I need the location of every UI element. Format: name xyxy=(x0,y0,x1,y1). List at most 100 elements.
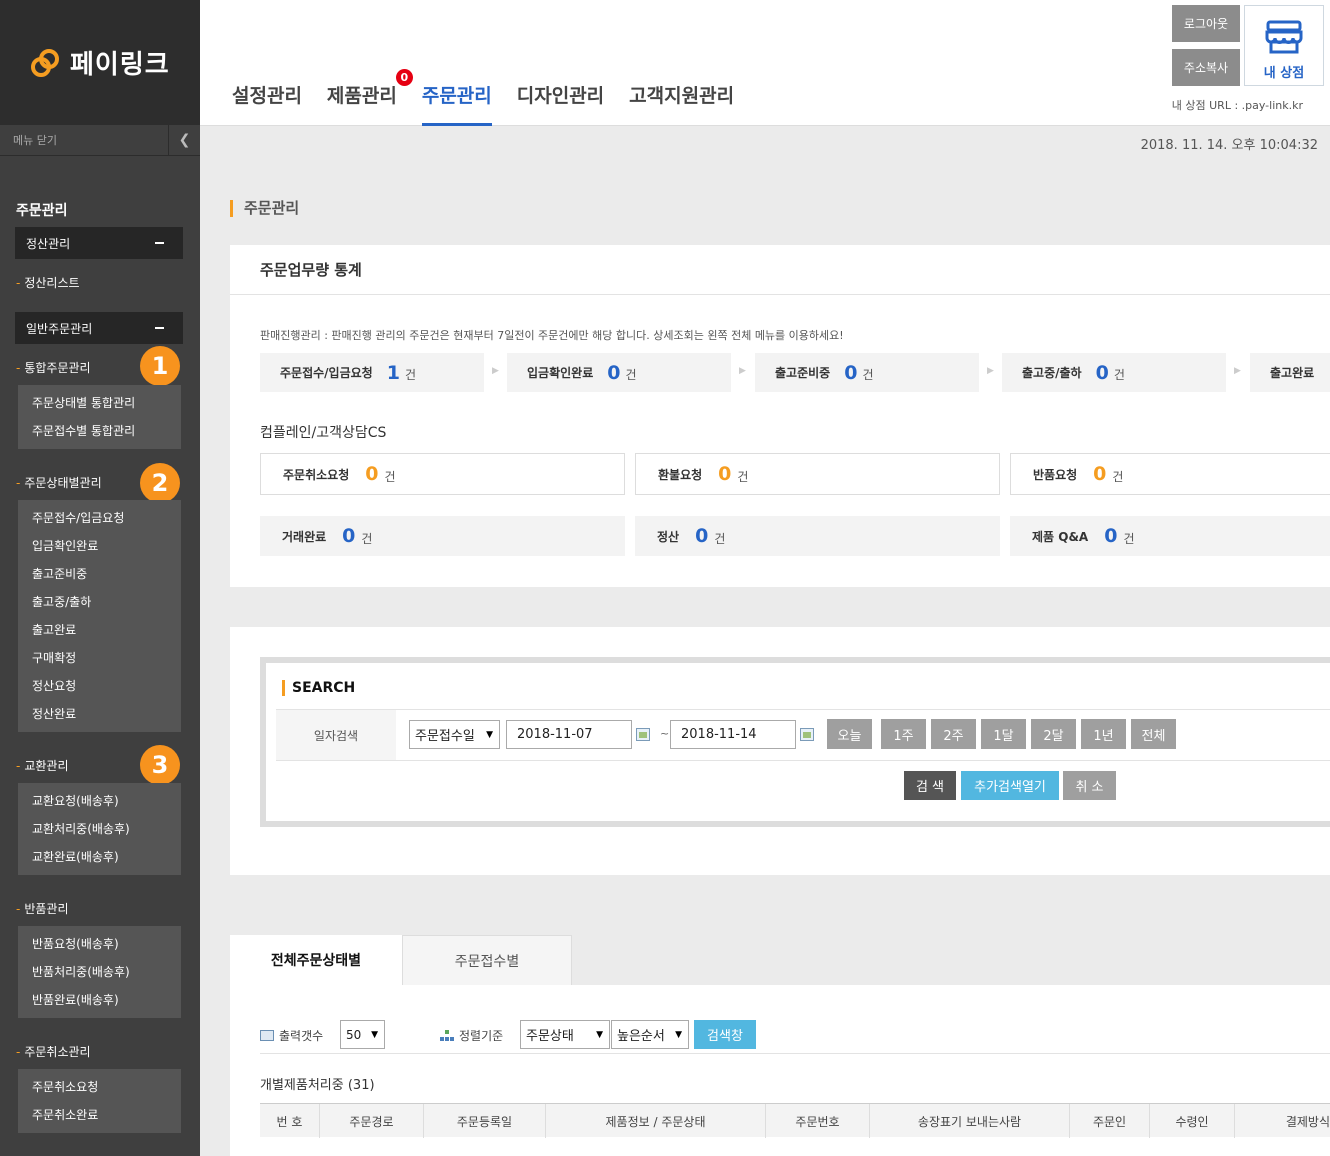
flow-preparing[interactable]: 출고준비중 0 건 xyxy=(755,353,979,392)
sidebar-item[interactable]: 주문접수별 통합관리 xyxy=(18,417,181,445)
sidebar-box-settlement[interactable]: 정산관리 xyxy=(15,227,183,259)
cs-label: 환불요청 xyxy=(658,467,703,482)
col-number[interactable]: 번 호 xyxy=(260,1104,320,1138)
nav-orders[interactable]: 주문관리 xyxy=(421,81,492,126)
period-all-button[interactable]: 전체 xyxy=(1131,719,1176,749)
cs-product-qna[interactable]: 제품 Q&A 0 건 xyxy=(1010,516,1330,556)
sort-field-select[interactable]: 주문상태 ▼ xyxy=(520,1020,610,1049)
flow-label: 출고완료 xyxy=(1270,366,1315,380)
sidebar-item[interactable]: 구매확정 xyxy=(18,644,181,672)
copy-address-button[interactable]: 주소복사 xyxy=(1172,49,1240,86)
sidebar-cat-return[interactable]: - 반품관리 xyxy=(16,900,69,917)
order-tabs: 전체주문상태별 주문접수별 xyxy=(230,935,572,985)
cs-return-request[interactable]: 반품요청 0 건 xyxy=(1010,453,1330,495)
date-to-input[interactable]: 2018-11-14 xyxy=(670,720,796,749)
sidebar-item-label: 정산리스트 xyxy=(24,276,80,290)
sidebar-item[interactable]: 정산완료 xyxy=(18,700,181,728)
sidebar-item[interactable]: 교환요청(배송후) xyxy=(18,787,181,815)
sidebar-sub-status: 주문접수/입금요청 입금확인완료 출고준비중 출고중/출하 출고완료 구매확정 … xyxy=(18,500,181,732)
nav-products[interactable]: 제품관리 0 xyxy=(327,69,413,126)
date-from-input[interactable]: 2018-11-07 xyxy=(506,720,632,749)
logout-button[interactable]: 로그아웃 xyxy=(1172,5,1240,42)
nav-customer-support[interactable]: 고객지원관리 xyxy=(629,81,734,126)
sidebar-item[interactable]: 정산요청 xyxy=(18,672,181,700)
menu-close-label[interactable]: 메뉴 닫기 xyxy=(0,132,57,148)
output-count-select[interactable]: 50 ▼ xyxy=(340,1020,385,1049)
col-product-status[interactable]: 제품정보 / 주문상태 xyxy=(546,1104,766,1138)
arrow-right-icon: ▶ xyxy=(492,366,499,376)
period-1week-button[interactable]: 1주 xyxy=(881,719,926,749)
chevron-left-icon[interactable]: ❮ xyxy=(168,125,200,155)
sidebar-item[interactable]: 입금확인완료 xyxy=(18,532,181,560)
col-order-number[interactable]: 주문번호 xyxy=(766,1104,870,1138)
table-icon xyxy=(260,1030,274,1041)
sidebar-item[interactable]: 반품완료(배송후) xyxy=(18,986,181,1014)
period-1year-button[interactable]: 1년 xyxy=(1081,719,1126,749)
cs-unit: 건 xyxy=(384,469,396,484)
sidebar-item[interactable]: 출고중/출하 xyxy=(18,588,181,616)
sort-tree-icon xyxy=(440,1030,454,1041)
sidebar-item[interactable]: 주문취소요청 xyxy=(18,1073,181,1101)
link-logo-icon xyxy=(31,48,59,77)
col-sender[interactable]: 송장표기 보내는사람 xyxy=(870,1104,1070,1138)
search-button[interactable]: 검 색 xyxy=(904,771,956,800)
sidebar-item-settlement-list[interactable]: - 정산리스트 xyxy=(16,274,80,291)
sidebar-item[interactable]: 반품요청(배송후) xyxy=(18,930,181,958)
search-window-button[interactable]: 검색창 xyxy=(694,1020,756,1049)
cs-cancel-request[interactable]: 주문취소요청 0 건 xyxy=(260,453,625,495)
cs-settlement[interactable]: 정산 0 건 xyxy=(635,516,1000,556)
date-type-select[interactable]: 주문접수일 ▼ xyxy=(409,720,500,749)
stats-title: 주문업무량 통계 xyxy=(230,245,1330,295)
sidebar-cat-status[interactable]: - 주문상태별관리 xyxy=(16,474,102,491)
main-nav: 설정관리 제품관리 0 주문관리 디자인관리 고객지원관리 xyxy=(232,69,759,126)
col-orderer[interactable]: 주문인 xyxy=(1070,1104,1150,1138)
period-2week-button[interactable]: 2주 xyxy=(931,719,976,749)
period-2month-button[interactable]: 2달 xyxy=(1031,719,1076,749)
top-bar: 설정관리 제품관리 0 주문관리 디자인관리 고객지원관리 로그아웃 주소복사 … xyxy=(200,0,1330,126)
caret-down-icon: ▼ xyxy=(675,1029,682,1040)
cs-completed[interactable]: 거래완료 0 건 xyxy=(260,516,625,556)
nav-design[interactable]: 디자인관리 xyxy=(517,81,604,126)
period-today-button[interactable]: 오늘 xyxy=(827,719,872,749)
date-search-label: 일자검색 xyxy=(276,710,396,760)
nav-settings[interactable]: 설정관리 xyxy=(232,81,302,126)
cs-refund-request[interactable]: 환불요청 0 건 xyxy=(635,453,1000,495)
sidebar: 페이링크 메뉴 닫기 ❮ 주문관리 정산관리 - 정산리스트 일반주문관리 - 통합… xyxy=(0,0,200,1156)
table-header: 번 호 주문경로 주문등록일 제품정보 / 주문상태 주문번호 송장표기 보내는… xyxy=(260,1103,1330,1138)
sidebar-box-general-orders[interactable]: 일반주문관리 xyxy=(15,312,183,344)
calendar-icon[interactable] xyxy=(636,728,650,741)
col-recipient[interactable]: 수령인 xyxy=(1150,1104,1235,1138)
advanced-search-button[interactable]: 추가검색열기 xyxy=(961,771,1059,800)
logo[interactable]: 페이링크 xyxy=(0,0,200,125)
sidebar-item[interactable]: 출고완료 xyxy=(18,616,181,644)
sidebar-item[interactable]: 주문접수/입금요청 xyxy=(18,504,181,532)
flow-order-received[interactable]: 주문접수/입금요청 1 건 xyxy=(260,353,484,392)
sidebar-item[interactable]: 주문취소완료 xyxy=(18,1101,181,1129)
period-1month-button[interactable]: 1달 xyxy=(981,719,1026,749)
sidebar-item[interactable]: 교환처리중(배송후) xyxy=(18,815,181,843)
select-value: 주문상태 xyxy=(526,1029,574,1044)
sidebar-item[interactable]: 출고준비중 xyxy=(18,560,181,588)
col-order-channel[interactable]: 주문경로 xyxy=(320,1104,424,1138)
flow-shipping[interactable]: 출고중/출하 0 건 xyxy=(1002,353,1226,392)
sidebar-item[interactable]: 주문상태별 통합관리 xyxy=(18,389,181,417)
sidebar-item[interactable]: 교환완료(배송후) xyxy=(18,843,181,871)
sidebar-cat-integrated[interactable]: - 통합주문관리 xyxy=(16,359,91,376)
cancel-button[interactable]: 취 소 xyxy=(1063,771,1116,800)
flow-shipped[interactable]: 출고완료 xyxy=(1250,353,1330,392)
sidebar-cat-label: 주문상태별관리 xyxy=(24,476,102,490)
sidebar-cat-cancel[interactable]: - 주문취소관리 xyxy=(16,1043,91,1060)
col-order-date[interactable]: 주문등록일 xyxy=(424,1104,546,1138)
my-shop-button[interactable]: 내 상점 xyxy=(1244,5,1324,86)
sidebar-item[interactable]: 반품처리중(배송후) xyxy=(18,958,181,986)
sort-order-select[interactable]: 높은순서 ▼ xyxy=(611,1020,689,1049)
tab-all-status[interactable]: 전체주문상태별 xyxy=(230,935,402,985)
calendar-icon[interactable] xyxy=(800,728,814,741)
sidebar-cat-exchange[interactable]: - 교환관리 xyxy=(16,757,69,774)
flow-payment-confirmed[interactable]: 입금확인완료 0 건 xyxy=(507,353,731,392)
tab-by-receipt[interactable]: 주문접수별 xyxy=(402,935,572,985)
cs-label: 거래완료 xyxy=(282,529,327,544)
col-payment-method[interactable]: 결제방식 xyxy=(1235,1104,1330,1138)
cs-title: 컴플레인/고객상담CS xyxy=(260,425,387,441)
cs-unit: 건 xyxy=(714,531,726,546)
